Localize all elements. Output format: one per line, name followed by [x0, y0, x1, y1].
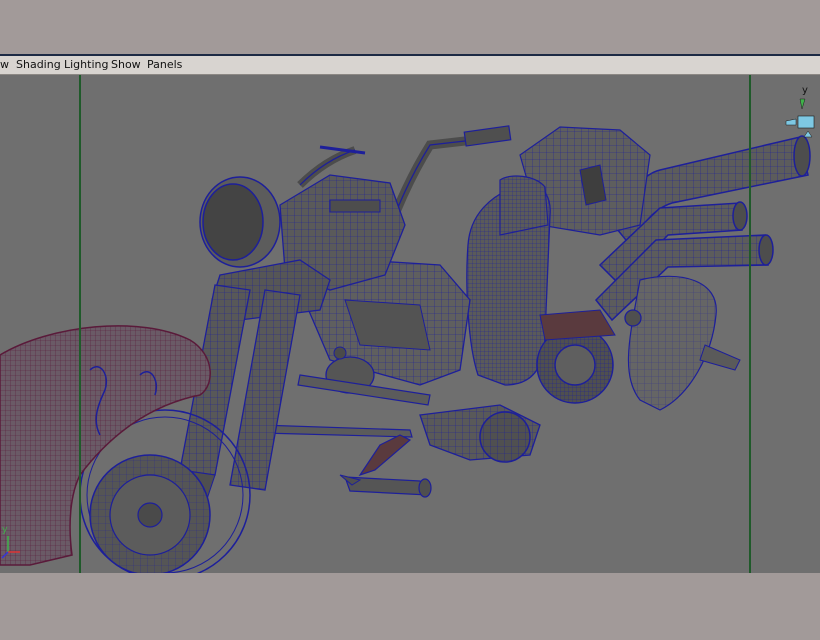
axis-y-arrow-icon: [799, 98, 806, 110]
menu-view[interactable]: w: [0, 56, 11, 74]
axis-gizmo: y: [1, 525, 20, 559]
foot-peg: [339, 474, 432, 498]
seat: [466, 175, 551, 386]
frame: [259, 374, 431, 477]
menu-panels[interactable]: Panels: [145, 56, 184, 74]
menu-shading[interactable]: Shading: [14, 56, 63, 74]
menu-show[interactable]: Show: [109, 56, 143, 74]
resolution-gate-left: [79, 75, 81, 573]
view-cube-down-arrow-icon: [803, 130, 813, 138]
3d-viewport[interactable]: y y: [0, 75, 820, 573]
headlight: [199, 176, 281, 268]
view-cube[interactable]: y: [784, 81, 818, 147]
menu-lighting[interactable]: Lighting: [62, 56, 110, 74]
view-cube-face-icon: [797, 115, 815, 129]
resolution-gate-right: [749, 75, 751, 573]
motorcycle-wireframe-model: [0, 125, 811, 573]
view-cube-label: y: [802, 85, 808, 96]
rear-fender: [627, 275, 741, 411]
axis-gizmo-y-label: y: [2, 525, 8, 535]
window-bottom-band: [0, 573, 820, 640]
view-cube-left-arrow-icon: [785, 118, 797, 126]
window-top-band: [0, 0, 820, 54]
axis-z-icon: [1, 551, 9, 559]
panel-menubar: w Shading Lighting Show Panels: [0, 56, 820, 75]
